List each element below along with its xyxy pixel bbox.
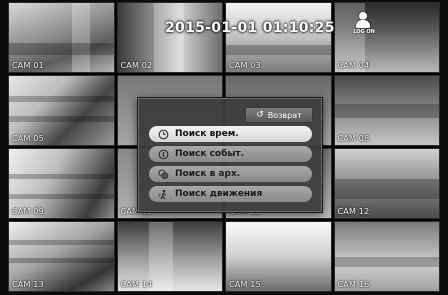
back-button[interactable]: ↺ Возврат bbox=[245, 107, 313, 123]
scene-detail bbox=[154, 3, 185, 72]
menu-item-label: Поиск движения bbox=[175, 189, 263, 199]
camera-tile[interactable]: CAM 05 bbox=[8, 75, 115, 146]
dvr-screen: CAM 01 CAM 02 CAM 03 CAM 04 CAM 05 CAM 0… bbox=[0, 0, 448, 295]
camera-tile[interactable]: CAM 12 bbox=[333, 148, 440, 219]
camera-tile[interactable]: CAM 15 bbox=[225, 221, 332, 292]
back-button-label: Возврат bbox=[267, 110, 302, 120]
menu-item-label: Поиск врем. bbox=[175, 129, 239, 139]
camera-tile[interactable]: CAM 03 bbox=[225, 2, 332, 73]
scene-detail bbox=[9, 43, 114, 55]
camera-tile[interactable]: CAM 16 bbox=[333, 221, 440, 292]
archive-icon bbox=[157, 168, 169, 180]
log-on-icon[interactable]: LOG ON bbox=[352, 12, 375, 36]
camera-tile[interactable]: CAM 01 bbox=[8, 2, 115, 73]
camera-tile[interactable]: CAM 02 bbox=[116, 2, 223, 73]
event-icon bbox=[157, 148, 169, 160]
scene-detail bbox=[71, 3, 90, 72]
return-arrow-icon: ↺ bbox=[256, 109, 264, 120]
user-head-icon-part bbox=[359, 12, 367, 20]
camera-label: CAM 14 bbox=[120, 280, 153, 289]
scene-detail bbox=[9, 116, 114, 122]
camera-label: CAM 04 bbox=[337, 61, 370, 70]
scene-detail bbox=[148, 222, 173, 291]
motion-icon bbox=[157, 188, 169, 200]
scene-detail bbox=[334, 257, 439, 267]
camera-label: CAM 09 bbox=[12, 207, 44, 216]
camera-tile[interactable]: CAM 13 bbox=[8, 221, 115, 292]
camera-label: CAM 03 bbox=[229, 61, 261, 70]
search-menu: ↺ Возврат Поиск врем. Поиск событ. Поиск… bbox=[137, 97, 323, 213]
camera-label: CAM 15 bbox=[229, 280, 261, 289]
scene-detail bbox=[226, 45, 331, 55]
camera-label: CAM 12 bbox=[337, 207, 370, 216]
user-body-icon-part bbox=[356, 20, 370, 28]
clock-icon bbox=[157, 128, 169, 140]
menu-item-event-search[interactable]: Поиск событ. bbox=[149, 146, 312, 162]
camera-label: CAM 08 bbox=[337, 134, 370, 143]
camera-tile[interactable]: CAM 09 bbox=[8, 148, 115, 219]
camera-label: CAM 01 bbox=[12, 61, 44, 70]
scene-detail bbox=[9, 258, 114, 263]
camera-tile[interactable]: CAM 14 bbox=[116, 221, 223, 292]
scene-detail bbox=[9, 194, 114, 199]
camera-label: CAM 05 bbox=[12, 134, 44, 143]
menu-item-archive-search[interactable]: Поиск в арх. bbox=[149, 166, 312, 182]
camera-tile[interactable]: CAM 08 bbox=[333, 75, 440, 146]
scene-detail bbox=[9, 174, 114, 179]
search-menu-items: Поиск врем. Поиск событ. Поиск в арх. По… bbox=[149, 126, 312, 202]
scene-detail bbox=[9, 240, 114, 245]
menu-item-label: Поиск событ. bbox=[175, 149, 245, 159]
menu-item-time-search[interactable]: Поиск врем. bbox=[149, 126, 312, 142]
scene-detail bbox=[9, 96, 114, 102]
log-on-label: LOG ON bbox=[353, 29, 375, 35]
timestamp: 2015-01-01 01:10:25 bbox=[165, 20, 335, 36]
scene-detail bbox=[334, 104, 439, 118]
camera-label: CAM 16 bbox=[337, 280, 370, 289]
camera-label: CAM 02 bbox=[120, 61, 153, 70]
camera-label: CAM 13 bbox=[12, 280, 44, 289]
menu-item-label: Поиск в арх. bbox=[175, 169, 241, 179]
menu-item-motion-search[interactable]: Поиск движения bbox=[149, 186, 312, 202]
scene-detail bbox=[334, 179, 439, 199]
camera-tile[interactable]: CAM 04 bbox=[333, 2, 440, 73]
